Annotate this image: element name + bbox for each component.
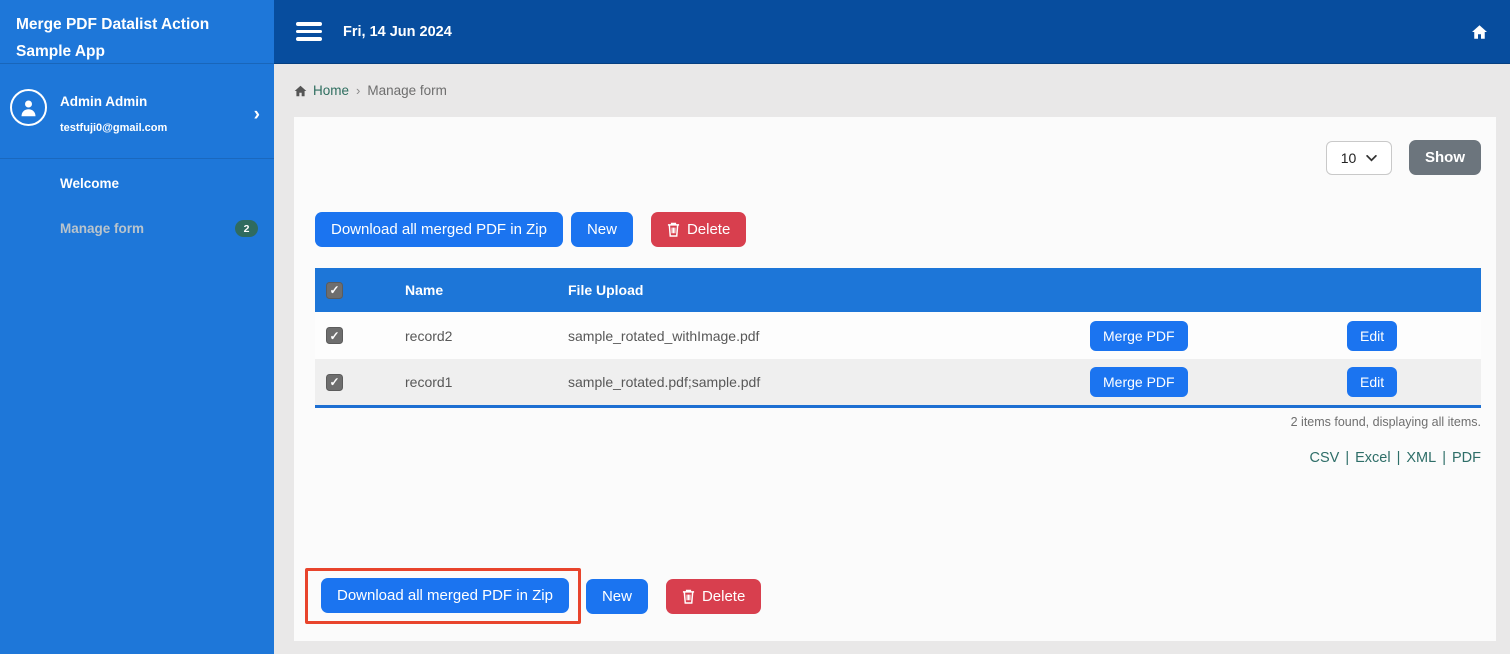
pagesize-row: 10 Show (315, 140, 1481, 175)
new-button[interactable]: New (570, 212, 633, 247)
select-all-checkbox[interactable] (326, 281, 343, 299)
delete-button-bottom[interactable]: Delete (665, 578, 762, 614)
export-csv-link[interactable]: CSV (1310, 450, 1340, 466)
table-header-row: Name File Upload (315, 268, 1481, 312)
app-root: Merge PDF Datalist Action Sample App Adm… (0, 0, 1510, 654)
content-card: 10 Show Download all merged PDF in Zip N… (294, 117, 1496, 641)
chevron-right-icon: › (253, 104, 260, 125)
export-xml-link[interactable]: XML (1406, 450, 1436, 466)
bottom-toolbar: Download all merged PDF in Zip New Delet… (305, 568, 762, 624)
user-name: Admin Admin (60, 94, 148, 109)
user-info: Admin Admin testfuji0@gmail.com (60, 87, 254, 134)
download-zip-button[interactable]: Download all merged PDF in Zip (315, 212, 563, 247)
merge-pdf-button[interactable]: Merge PDF (1090, 320, 1188, 351)
sidebar: Merge PDF Datalist Action Sample App Adm… (0, 0, 274, 654)
user-menu[interactable]: Admin Admin testfuji0@gmail.com › (0, 64, 274, 159)
breadcrumb-current: Manage form (367, 83, 447, 98)
show-button[interactable]: Show (1409, 140, 1481, 175)
column-header-file-upload: File Upload (568, 282, 644, 298)
sidebar-item-manage-form[interactable]: Manage form 2 (0, 206, 274, 251)
breadcrumb-separator: › (356, 83, 361, 98)
delete-button[interactable]: Delete (650, 212, 747, 247)
merge-pdf-button[interactable]: Merge PDF (1090, 366, 1188, 397)
column-header-merge (1090, 268, 1347, 312)
app-title: Merge PDF Datalist Action Sample App (0, 0, 274, 64)
delete-button-label: Delete (686, 221, 731, 238)
export-separator: | (1345, 449, 1350, 466)
cell-file-upload: sample_rotated_withImage.pdf (568, 327, 760, 344)
cell-name: record1 (405, 373, 453, 390)
cell-file-upload: sample_rotated.pdf;sample.pdf (568, 373, 761, 390)
annotation-highlight: Download all merged PDF in Zip (305, 568, 581, 624)
edit-button[interactable]: Edit (1347, 366, 1398, 397)
cell-name: record2 (405, 327, 453, 344)
items-summary: 2 items found, displaying all items. (1290, 414, 1481, 429)
row-checkbox[interactable] (326, 373, 343, 391)
user-email: testfuji0@gmail.com (60, 122, 168, 134)
row-checkbox[interactable] (326, 327, 343, 345)
edit-button[interactable]: Edit (1347, 320, 1398, 351)
sidebar-item-label: Welcome (60, 176, 120, 191)
table-row: record2 sample_rotated_withImage.pdf Mer… (315, 312, 1481, 359)
page-size-value: 10 (1340, 149, 1357, 166)
breadcrumb-home-link[interactable]: Home (313, 83, 349, 98)
column-header-edit (1347, 268, 1481, 312)
table-row: record1 sample_rotated.pdf;sample.pdf Me… (315, 359, 1481, 406)
breadcrumb: Home › Manage form (274, 64, 1510, 117)
export-separator: | (1442, 449, 1446, 466)
export-separator: | (1396, 449, 1401, 466)
top-toolbar: Download all merged PDF in Zip New Delet… (315, 212, 1481, 247)
delete-button-label: Delete (701, 587, 746, 605)
download-zip-button-bottom[interactable]: Download all merged PDF in Zip (321, 578, 569, 613)
records-table: Name File Upload record2 sample_rotated_… (315, 268, 1481, 408)
user-circle-icon (10, 89, 47, 126)
sidebar-nav: Welcome Manage form 2 (0, 159, 274, 251)
new-button-bottom[interactable]: New (585, 578, 648, 614)
menu-icon[interactable] (296, 18, 322, 44)
page-size-select[interactable]: 10 (1326, 140, 1392, 175)
sidebar-item-label: Manage form (60, 221, 145, 236)
topbar: Fri, 14 Jun 2024 (274, 0, 1510, 64)
export-links: CSV | Excel | XML | PDF (315, 450, 1481, 466)
count-badge: 2 (235, 220, 258, 237)
topbar-date: Fri, 14 Jun 2024 (343, 23, 452, 40)
column-header-name: Name (405, 282, 444, 298)
home-icon (293, 84, 308, 98)
trash-icon (667, 222, 680, 237)
export-excel-link[interactable]: Excel (1355, 450, 1390, 466)
trash-icon (682, 589, 695, 604)
home-icon[interactable] (1470, 23, 1489, 41)
export-pdf-link[interactable]: PDF (1452, 450, 1481, 466)
sidebar-item-welcome[interactable]: Welcome (0, 161, 274, 206)
chevron-down-icon (1366, 155, 1378, 162)
